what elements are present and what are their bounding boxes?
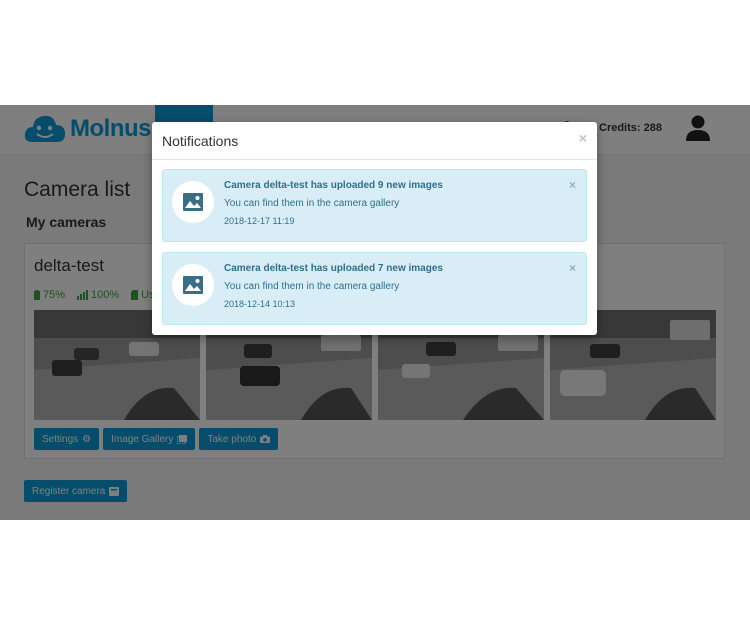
notification-message: You can find them in the camera gallery [224, 198, 400, 209]
notification-title: Camera delta-test has uploaded 9 new ima… [224, 180, 443, 191]
image-icon [172, 181, 214, 223]
notification-close-icon[interactable]: × [569, 178, 576, 192]
app-window: Molnus Credits: 288 Camera list My camer… [0, 105, 750, 520]
notification-timestamp: 2018-12-14 10:13 [224, 299, 296, 309]
notification-timestamp: 2018-12-17 11:19 [224, 216, 295, 226]
notification-item: Camera delta-test has uploaded 9 new ima… [162, 169, 587, 242]
notification-title: Camera delta-test has uploaded 7 new ima… [224, 263, 443, 274]
image-icon [172, 264, 214, 306]
modal-close-icon[interactable]: × [579, 130, 587, 146]
modal-header: Notifications × [152, 122, 597, 160]
notification-close-icon[interactable]: × [569, 261, 576, 275]
notification-message: You can find them in the camera gallery [224, 281, 400, 292]
notification-item: Camera delta-test has uploaded 7 new ima… [162, 252, 587, 325]
modal-title: Notifications [162, 133, 239, 149]
notifications-modal: Notifications × Camera delta-test has up… [152, 122, 597, 335]
